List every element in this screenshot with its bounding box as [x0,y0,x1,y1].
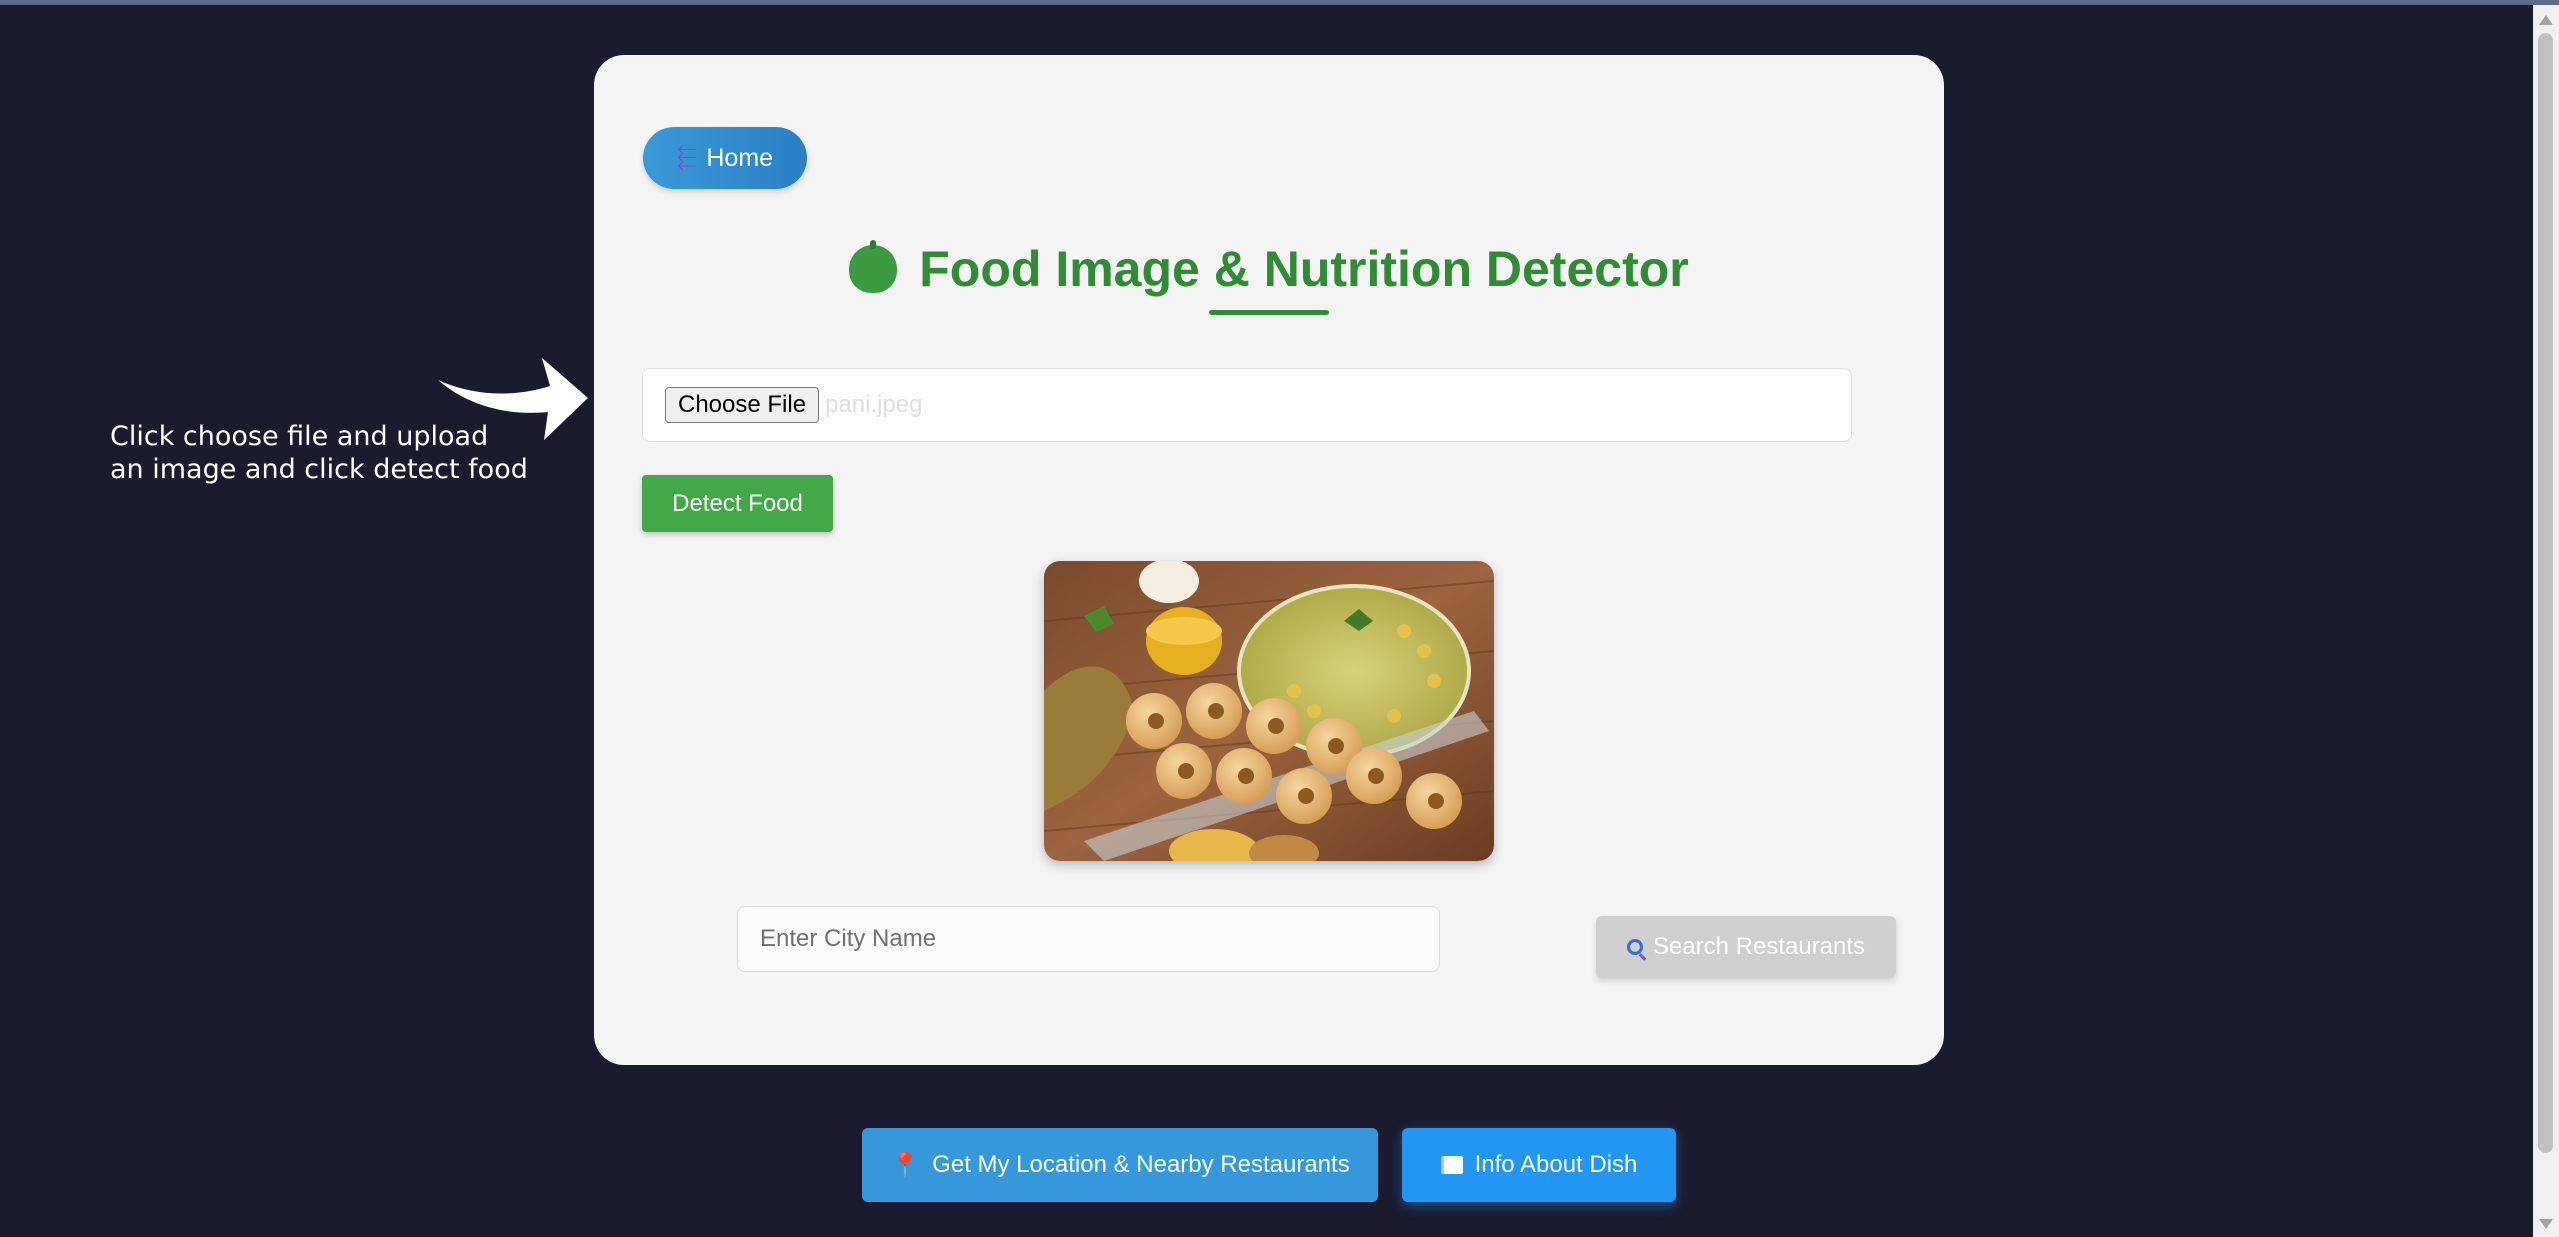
choose-file-button[interactable]: Choose File [665,387,820,423]
magnifier-icon [1626,939,1643,955]
scroll-thumb[interactable] [2538,33,2553,1153]
home-button-label: Home [706,143,774,172]
search-restaurants-label: Search Restaurants [1652,933,1866,960]
apple-icon [849,240,898,293]
food-preview-image [1044,561,1494,861]
file-upload-field: Choose File pani.jpeg [642,368,1852,442]
get-location-button[interactable]: 📍 Get My Location & Nearby Restaurants [862,1128,1378,1202]
info-about-dish-label: Info About Dish [1474,1151,1638,1178]
selected-file-name: pani.jpeg [825,391,923,418]
city-name-input[interactable] [737,906,1440,972]
info-about-dish-button[interactable]: Info About Dish [1402,1128,1676,1202]
search-restaurants-button[interactable]: Search Restaurants [1596,916,1896,978]
page-title-row: Food Image & Nutrition Detector [594,240,1944,298]
home-button[interactable]: ⬱ Home [643,127,807,189]
arrow-icon [438,358,588,440]
book-icon [1440,1156,1463,1174]
back-arrow-icon: ⬱ [676,144,697,171]
get-location-label: Get My Location & Nearby Restaurants [932,1151,1350,1178]
pin-icon: 📍 [890,1151,921,1179]
detect-food-button[interactable]: Detect Food [642,475,833,532]
browser-top-strip [0,0,2559,5]
page-scrollbar[interactable] [2533,5,2559,1237]
scroll-down-icon[interactable] [2539,1219,2553,1229]
main-card: ⬱ Home Food Image & Nutrition Detector C… [594,55,1944,1065]
scroll-up-icon[interactable] [2539,15,2553,25]
title-underline [1209,310,1329,315]
page-title: Food Image & Nutrition Detector [919,241,1689,297]
